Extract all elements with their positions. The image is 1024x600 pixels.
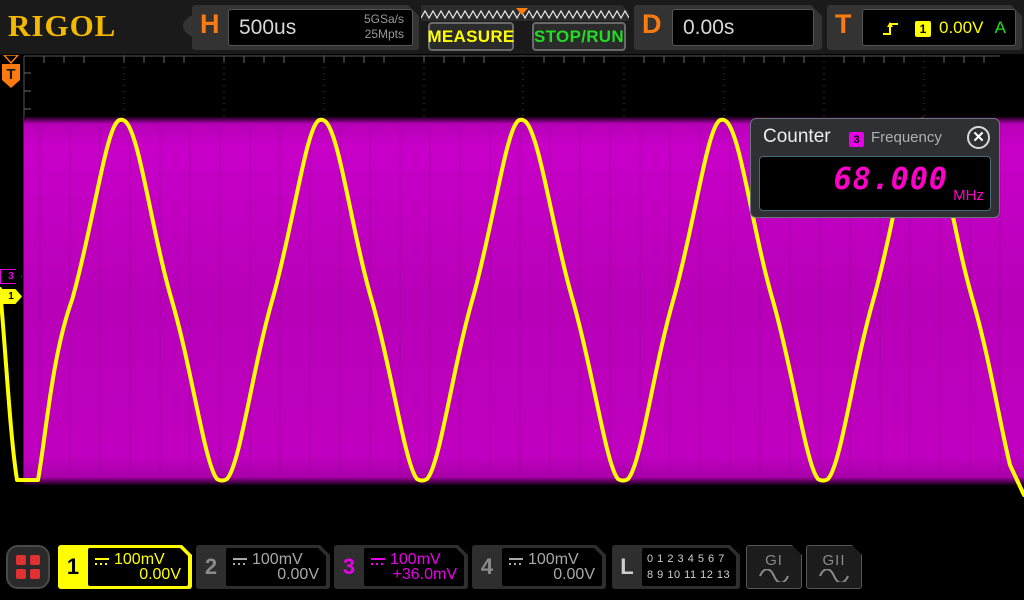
channel-offset: +36.0mV bbox=[393, 566, 457, 584]
dc-coupling-icon bbox=[94, 555, 110, 567]
trigger-mode-value: A bbox=[995, 18, 1006, 38]
logic-row-upper: 0 1 2 3 4 5 6 7 bbox=[647, 552, 732, 568]
channel-3-tile[interactable]: 3 100mV +36.0mV bbox=[334, 545, 468, 589]
delay-value: 0.00s bbox=[683, 16, 734, 40]
trigger-marker-label: T bbox=[6, 66, 15, 83]
horizontal-acquisition-info: 5GSa/s 25Mpts bbox=[364, 12, 404, 42]
memory-depth-value: 25Mpts bbox=[364, 27, 404, 42]
stop-run-button[interactable]: STOP/RUN bbox=[532, 22, 626, 51]
channel-offset: 0.00V bbox=[277, 566, 319, 584]
channel-1-tile[interactable]: 1 100mV 0.00V bbox=[58, 545, 192, 589]
trigger-position-marker[interactable]: T bbox=[0, 55, 22, 90]
channel-readout: 100mV 0.00V bbox=[88, 548, 188, 586]
sine-wave-icon bbox=[819, 569, 849, 582]
dc-coupling-icon bbox=[370, 555, 386, 567]
counter-header: Counter 3 Frequency ✕ bbox=[751, 119, 999, 155]
top-status-bar: RIGOL T'D H 500us 5GSa/s 25Mpts MEASURE … bbox=[0, 0, 1024, 55]
app-grid-icon bbox=[16, 555, 40, 579]
counter-channel-badge: 3 bbox=[849, 132, 864, 147]
memory-position-bar[interactable] bbox=[421, 5, 629, 21]
channel-readout: 100mV 0.00V bbox=[502, 548, 602, 586]
waveform-display-area[interactable]: T 3 1 上升沿数3 340.0k 频率3 67.56MHz 上升沿数1 5.… bbox=[0, 55, 1024, 535]
channel-2-tile[interactable]: 2 100mV 0.00V bbox=[196, 545, 330, 589]
channel-readout: 100mV 0.00V bbox=[226, 548, 326, 586]
close-icon[interactable]: ✕ bbox=[967, 126, 990, 149]
counter-value: 68.000 bbox=[834, 162, 948, 197]
memory-position-marker[interactable] bbox=[516, 8, 528, 15]
channel-number: 2 bbox=[196, 545, 226, 589]
horizontal-letter: H bbox=[200, 9, 220, 40]
sample-rate-value: 5GSa/s bbox=[364, 12, 404, 27]
apps-button[interactable] bbox=[6, 545, 50, 589]
logic-channel-list: 0 1 2 3 4 5 6 7 8 9 10 11 12 13 14 15 bbox=[642, 548, 736, 586]
counter-display: 68.000 MHz bbox=[759, 156, 991, 211]
delay-readout[interactable]: 0.00s bbox=[672, 9, 814, 46]
trigger-readout[interactable]: 1 0.00V A bbox=[862, 9, 1016, 46]
sine-wave-icon bbox=[759, 569, 789, 582]
dc-coupling-icon bbox=[232, 555, 248, 567]
counter-unit: MHz bbox=[953, 187, 984, 204]
channel-readout: 100mV +36.0mV bbox=[364, 548, 464, 586]
dc-coupling-icon bbox=[508, 555, 524, 567]
trigger-source-badge: 1 bbox=[915, 21, 931, 37]
generator-1-tile[interactable]: GI bbox=[746, 545, 802, 589]
logic-row-lower: 8 9 10 11 12 13 14 15 bbox=[647, 568, 732, 600]
trigger-level-value: 0.00V bbox=[939, 18, 983, 38]
logic-analyzer-label: L bbox=[612, 545, 642, 589]
channel-number: 3 bbox=[334, 545, 364, 589]
counter-title: Counter bbox=[763, 126, 831, 148]
rising-edge-icon bbox=[881, 19, 901, 39]
channel-number: 1 bbox=[58, 545, 88, 589]
channel-number: 4 bbox=[472, 545, 502, 589]
generator-2-tile[interactable]: GII bbox=[806, 545, 862, 589]
channel-offset: 0.00V bbox=[139, 566, 181, 584]
horizontal-scale-value: 500us bbox=[239, 16, 296, 40]
generator-label: GII bbox=[822, 552, 845, 569]
generator-label: GI bbox=[765, 552, 783, 569]
measure-button[interactable]: MEASURE bbox=[428, 22, 514, 51]
horizontal-readout[interactable]: 500us 5GSa/s 25Mpts bbox=[228, 9, 413, 46]
counter-panel[interactable]: Counter 3 Frequency ✕ 68.000 MHz bbox=[750, 118, 1000, 218]
channel-offset: 0.00V bbox=[553, 566, 595, 584]
rigol-logo: RIGOL bbox=[8, 8, 116, 44]
trigger-letter: T bbox=[835, 9, 852, 40]
bottom-channel-bar: 1 100mV 0.00V 2 bbox=[0, 535, 1024, 600]
delay-letter: D bbox=[642, 9, 662, 40]
logic-analyzer-tile[interactable]: L 0 1 2 3 4 5 6 7 8 9 10 11 12 13 14 15 bbox=[612, 545, 740, 589]
counter-mode-label[interactable]: Frequency bbox=[871, 129, 942, 146]
oscilloscope-screen: RIGOL T'D H 500us 5GSa/s 25Mpts MEASURE … bbox=[0, 0, 1024, 600]
channel-4-tile[interactable]: 4 100mV 0.00V bbox=[472, 545, 606, 589]
